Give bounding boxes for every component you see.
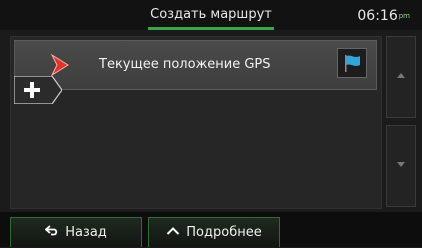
gps-arrow-icon — [50, 53, 69, 77]
more-button[interactable]: Подробнее — [148, 217, 280, 247]
scroll-down-button[interactable] — [386, 125, 416, 207]
route-item-start[interactable]: Текущее положение GPS — [14, 40, 377, 90]
back-button[interactable]: Назад — [10, 217, 142, 247]
clock: 06:16pm — [357, 6, 410, 26]
arrow-down-icon — [397, 162, 405, 167]
back-arrow-icon — [44, 218, 59, 248]
chevron-up-icon — [166, 218, 180, 248]
flag-icon — [345, 55, 360, 72]
screen: Создать маршрут 06:16pm Текущее положени… — [0, 0, 422, 247]
set-destination-button[interactable] — [337, 48, 367, 78]
arrow-up-icon — [397, 73, 405, 78]
more-button-label: Подробнее — [186, 225, 262, 240]
clock-time: 06:16 — [357, 8, 398, 24]
title-underline — [148, 27, 274, 30]
clock-ampm: pm — [398, 12, 410, 20]
route-item-label: Текущее положение GPS — [99, 57, 271, 72]
page-title: Создать маршрут — [150, 7, 272, 22]
back-button-label: Назад — [65, 225, 107, 240]
add-waypoint-button[interactable] — [14, 76, 62, 104]
scroll-up-button[interactable] — [386, 36, 416, 118]
